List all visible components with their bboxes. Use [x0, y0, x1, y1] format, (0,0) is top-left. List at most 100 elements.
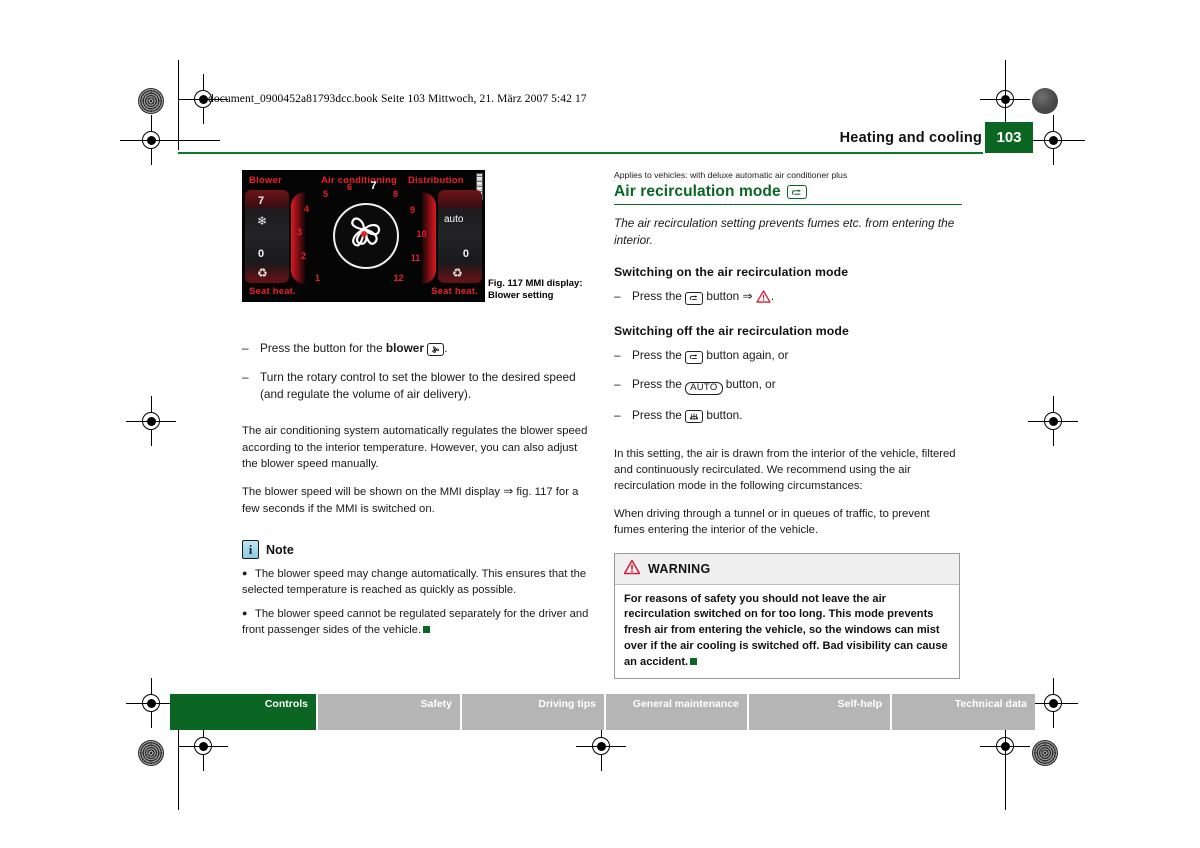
dial-number-6: 6 — [346, 182, 353, 192]
note-bullet-2: ● The blower speed cannot be regulated se… — [242, 607, 590, 639]
mmi-display-figure: Blower Air conditioning Distribution 7 ❄… — [242, 170, 485, 302]
implies-arrow-icon: ⇒ — [503, 484, 514, 499]
registration-mark-lower-right — [1028, 678, 1078, 728]
defrost-glyph-svg — [690, 412, 699, 419]
blower-speed-dial: 1 2 3 4 5 6 7 8 9 10 11 12 — [296, 180, 432, 286]
registration-mark-bottom-left — [178, 721, 228, 771]
switch-off-1-prefix: Press the — [632, 348, 686, 363]
note-title: Note — [266, 542, 294, 557]
dial-number-4: 4 — [303, 204, 310, 214]
warning-body: For reasons of safety you should not lea… — [615, 585, 959, 679]
step-switch-off-press-defrost: – Press the button. — [614, 407, 962, 424]
registration-mark-mid-left — [126, 396, 176, 446]
switch-off-3-suffix: button. — [703, 407, 743, 422]
step1-bold-word: blower — [385, 341, 424, 355]
mmi-right-bottom-value: 0 — [462, 248, 469, 260]
figure-caption: Fig. 117 MMI display: Blower setting — [488, 278, 592, 302]
crop-line-top-horizontal — [120, 140, 220, 141]
tab-technical-data[interactable]: Technical data — [892, 694, 1035, 730]
figure-caption-line-2: Blower setting — [488, 289, 554, 301]
dial-number-12: 12 — [393, 273, 404, 283]
step2-text: Turn the rotary control to set the blowe… — [260, 370, 576, 402]
recirculation-button-icon — [685, 350, 704, 364]
warning-box: WARNING For reasons of safety you should… — [614, 552, 960, 680]
bullet-icon: ● — [242, 607, 248, 618]
warning-triangle-icon — [623, 559, 641, 580]
chapter-title: Heating and cooling — [839, 130, 982, 146]
dash-marker: – — [614, 407, 621, 422]
figure-caption-line-1: Fig. 117 MMI display: — [488, 278, 583, 289]
seat-heat-icon-left: ♻ — [257, 266, 268, 280]
right-column: Applies to vehicles: with deluxe automat… — [614, 170, 962, 680]
warning-title: WARNING — [648, 562, 711, 577]
info-icon: i — [242, 540, 259, 560]
paragraph-recirculation-explanation: In this setting, the air is drawn from t… — [614, 447, 956, 493]
tab-driving-tips[interactable]: Driving tips — [462, 694, 606, 730]
section-heading-rule — [614, 204, 962, 205]
switch-off-2-suffix: button, or — [722, 377, 776, 392]
dial-number-10: 10 — [416, 229, 427, 239]
header-rule — [178, 152, 983, 154]
recirculation-button-icon — [685, 291, 704, 305]
warning-triangle-icon — [756, 290, 771, 308]
switch-on-prefix: Press the — [632, 289, 686, 304]
warning-triangle-svg — [623, 559, 641, 574]
auto-button-icon: AUTO — [685, 381, 723, 395]
dash-marker: – — [614, 377, 621, 392]
dial-number-1: 1 — [314, 273, 321, 283]
warning-triangle-svg — [756, 290, 771, 303]
recirculation-glyph-svg — [689, 295, 697, 301]
mmi-right-top-value: auto — [444, 214, 464, 225]
dash-marker: – — [242, 370, 249, 385]
registration-mark-mid-right — [1028, 396, 1078, 446]
fan-hub-dot — [360, 231, 367, 237]
halftone-mark-top-right — [1032, 88, 1058, 114]
tab-self-help[interactable]: Self-help — [749, 694, 892, 730]
paragraph2-part1: The blower speed will be shown on the MM… — [242, 486, 504, 499]
switch-off-3-prefix: Press the — [632, 407, 686, 422]
registration-mark-lower-left — [126, 678, 176, 728]
end-of-section-marker — [423, 625, 431, 633]
paragraph-auto-regulation: The air conditioning system automaticall… — [242, 425, 588, 471]
seat-heat-icon-right: ♻ — [452, 266, 463, 280]
switch-on-suffix: . — [770, 289, 775, 304]
section-heading-text: Air recirculation mode — [614, 183, 781, 200]
step1-prefix: Press the button for the — [260, 341, 386, 355]
document-file-header: document_0900452a81793dcc.book Seite 103… — [208, 93, 587, 105]
applies-to-note: Applies to vehicles: with deluxe automat… — [614, 170, 848, 180]
halftone-mark-top-left — [138, 88, 164, 114]
paragraph-mmi-display: The blower speed will be shown on the MM… — [242, 483, 590, 517]
note-header: i Note — [242, 540, 590, 560]
recirculation-icon — [786, 185, 807, 199]
fan-icon: ❄ — [257, 214, 268, 228]
mmi-left-top-value: 7 — [258, 195, 265, 207]
dial-number-8: 8 — [392, 189, 399, 199]
step-switch-off-press-recirc-again: – Press the button again, or — [614, 347, 962, 364]
step-switch-on-recirculation: – Press the button ⇒ . — [614, 288, 962, 308]
subheading-switching-on: Switching on the air recirculation mode — [614, 265, 849, 280]
implies-arrow-icon: ⇒ — [742, 289, 753, 304]
bullet-icon: ● — [242, 568, 248, 579]
crop-line-left-vertical — [178, 60, 179, 150]
mmi-left-bottom-value: 0 — [258, 248, 265, 260]
registration-mark-bottom-center — [576, 721, 626, 771]
step-press-blower-button: – Press the button for the blower . — [242, 340, 590, 357]
step-switch-off-press-auto: – Press the AUTO button, or — [614, 376, 962, 395]
switch-off-2-prefix: Press the — [632, 377, 686, 392]
left-column: Blower Air conditioning Distribution 7 ❄… — [242, 170, 590, 647]
note-bullet-1: ● The blower speed may change automatical… — [242, 567, 590, 599]
dial-number-7-selected: 7 — [370, 180, 377, 192]
defrost-button-icon — [685, 409, 704, 423]
halftone-mark-bottom-left — [138, 740, 164, 766]
step-turn-rotary-control: – Turn the rotary control to set the blo… — [242, 369, 590, 403]
tab-safety[interactable]: Safety — [318, 694, 462, 730]
footer-navigation: Controls Safety Driving tips General mai… — [170, 694, 1035, 730]
tab-general-maintenance[interactable]: General maintenance — [606, 694, 749, 730]
end-of-section-marker — [690, 657, 698, 665]
mmi-right-panel: auto 0 ♻ — [438, 190, 482, 283]
recirculation-glyph-svg — [689, 354, 697, 360]
tab-controls[interactable]: Controls — [170, 694, 318, 730]
warning-body-text: For reasons of safety you should not lea… — [624, 592, 948, 668]
dash-marker: – — [614, 289, 621, 304]
warning-box-header: WARNING — [615, 553, 959, 585]
